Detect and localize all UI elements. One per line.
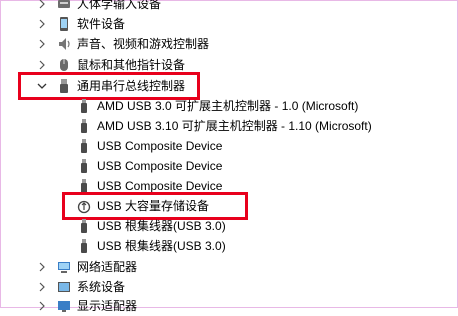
system-device-icon	[56, 279, 72, 295]
audio-icon	[56, 36, 72, 52]
tree-item-network-adapters[interactable]: 网络适配器	[36, 257, 137, 277]
tree-item-label: USB 根集线器(USB 3.0)	[97, 219, 226, 233]
tree-item-usb-root-hub[interactable]: USB 根集线器(USB 3.0)	[76, 236, 226, 256]
tree-item-amd-usb310[interactable]: AMD USB 3.10 可扩展主机控制器 - 1.10 (Microsoft)	[76, 116, 372, 136]
chevron-right-icon[interactable]	[36, 296, 48, 316]
tree-item-amd-usb30[interactable]: AMD USB 3.0 可扩展主机控制器 - 1.0 (Microsoft)	[76, 96, 358, 116]
usb-plug-icon	[76, 118, 92, 134]
network-adapter-icon	[56, 259, 72, 275]
tree-item-label: 软件设备	[77, 17, 126, 31]
tree-item-label: AMD USB 3.10 可扩展主机控制器 - 1.10 (Microsoft)	[97, 119, 372, 133]
chevron-right-icon[interactable]	[36, 277, 48, 297]
tree-item-label: USB 根集线器(USB 3.0)	[97, 239, 226, 253]
tree-item-usb-composite[interactable]: USB Composite Device	[76, 156, 222, 176]
chevron-right-icon[interactable]	[36, 34, 48, 54]
tree-item-label: USB Composite Device	[97, 159, 223, 173]
tree-item-audio-video[interactable]: 声音、视频和游戏控制器	[36, 34, 209, 54]
mouse-icon	[56, 57, 72, 73]
tree-item-label: USB Composite Device	[97, 139, 223, 153]
usb-plug-icon	[76, 138, 92, 154]
usb-plug-icon	[76, 238, 92, 254]
tree-item-label: 显示适配器	[77, 299, 138, 313]
chevron-right-icon[interactable]	[36, 14, 48, 34]
tree-item-usb-composite[interactable]: USB Composite Device	[76, 136, 222, 156]
hid-icon	[56, 0, 72, 12]
display-adapter-icon	[56, 298, 72, 314]
tree-item-hid[interactable]: 人体学输入设备	[36, 0, 161, 14]
tree-item-software-devices[interactable]: 软件设备	[36, 14, 125, 34]
tree-item-system-devices[interactable]: 系统设备	[36, 277, 125, 297]
tree-item-label: AMD USB 3.0 可扩展主机控制器 - 1.0 (Microsoft)	[97, 99, 359, 113]
tree-item-label: 声音、视频和游戏控制器	[77, 37, 210, 51]
usb-plug-icon	[76, 158, 92, 174]
usb-plug-icon	[76, 218, 92, 234]
tree-item-display-adapters[interactable]: 显示适配器	[36, 296, 137, 316]
tree-item-label: 系统设备	[77, 280, 126, 294]
chevron-right-icon[interactable]	[36, 257, 48, 277]
usb-plug-icon	[76, 98, 92, 114]
tree-item-label: 人体学输入设备	[77, 0, 162, 11]
tree-item-usb-root-hub[interactable]: USB 根集线器(USB 3.0)	[76, 216, 226, 236]
tree-item-label: 网络适配器	[77, 260, 138, 274]
software-device-icon	[56, 16, 72, 32]
chevron-right-icon[interactable]	[36, 0, 48, 14]
